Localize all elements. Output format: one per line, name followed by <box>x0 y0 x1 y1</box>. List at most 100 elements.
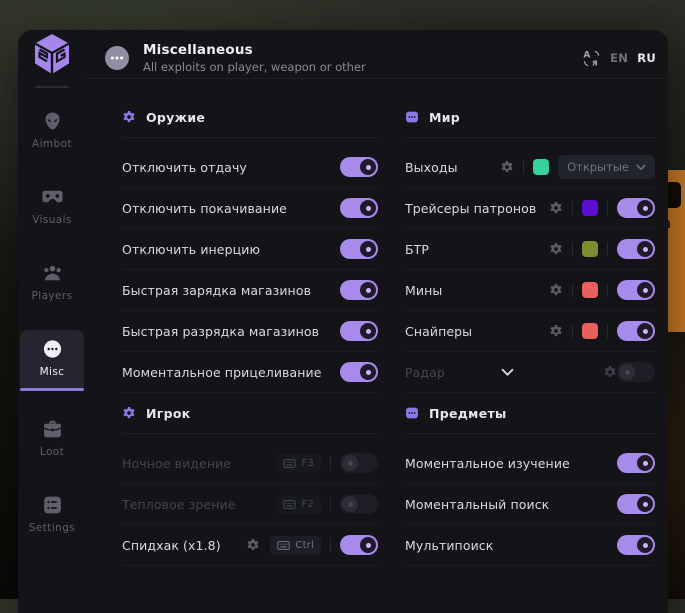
control-divider <box>607 201 608 215</box>
toggle-switch[interactable] <box>340 321 378 341</box>
feature-row: Быстрая разрядка магазинов <box>122 310 378 351</box>
sidebar-item-misc[interactable]: Misc <box>20 330 84 388</box>
toggle-knob <box>360 282 376 298</box>
feature-row: Отключить отдачу <box>122 147 378 187</box>
toggle-switch[interactable] <box>617 494 655 514</box>
section-title: Предметы <box>429 406 507 421</box>
toggle-switch[interactable] <box>340 535 378 555</box>
toggle-switch[interactable] <box>340 198 378 218</box>
feature-label: Отключить инерцию <box>122 242 260 257</box>
toggle-knob-dot <box>366 165 371 170</box>
toggle-switch[interactable] <box>617 453 655 473</box>
section-title: Игрок <box>146 406 191 421</box>
control-divider <box>572 324 573 338</box>
toggle-knob-dot <box>643 288 648 293</box>
toggle-knob-dot <box>643 543 648 548</box>
vr-goggles-icon <box>42 187 63 207</box>
toggle-knob-dot <box>643 247 648 252</box>
toggle-knob-dot <box>643 329 648 334</box>
sidebar-item-label: Players <box>32 290 73 302</box>
color-swatch[interactable] <box>533 159 549 175</box>
toggle-switch[interactable] <box>340 239 378 259</box>
feature-label: Мультипоиск <box>405 538 493 553</box>
toggle-knob <box>637 537 653 553</box>
content-area: Оружие Отключить отдачуОтключить покачив… <box>86 79 668 613</box>
gear-icon[interactable] <box>549 242 563 256</box>
color-swatch[interactable] <box>582 200 598 216</box>
toggle-switch[interactable] <box>340 453 378 473</box>
sidebar-item-settings[interactable]: Settings <box>20 486 84 544</box>
language-switcher: Aя EN RU <box>582 49 656 68</box>
toggle-knob-dot <box>625 370 630 375</box>
sidebar-item-label: Visuals <box>32 214 72 226</box>
section-player: Игрок Ночное видениеF3Тепловое зрениеF2С… <box>122 405 378 566</box>
sidebar-item-players[interactable]: Players <box>20 254 84 312</box>
color-swatch[interactable] <box>582 323 598 339</box>
hotkey-badge[interactable]: F3 <box>276 454 321 473</box>
toggle-switch[interactable] <box>340 157 378 177</box>
gear-icon[interactable] <box>246 538 260 552</box>
sidebar-item-aimbot[interactable]: Aimbot <box>20 102 84 160</box>
page-header: Miscellaneous All exploits on player, we… <box>86 30 668 79</box>
toggle-switch[interactable] <box>617 362 655 382</box>
toggle-switch[interactable] <box>617 535 655 555</box>
toggle-knob <box>342 455 358 471</box>
toggle-switch[interactable] <box>617 239 655 259</box>
chevron-down-icon[interactable] <box>501 368 514 377</box>
toggle-switch[interactable] <box>340 494 378 514</box>
gear-icon[interactable] <box>549 283 563 297</box>
feature-row: Моментальный поиск <box>405 483 655 524</box>
gear-icon[interactable] <box>603 365 617 379</box>
gear-icon[interactable] <box>500 160 514 174</box>
dropdown-select[interactable]: Открытые <box>558 155 655 179</box>
feature-label: Отключить покачивание <box>122 201 287 216</box>
translate-icon[interactable]: Aя <box>582 49 601 68</box>
sidebar: Aimbot Visuals Players Misc Loot Settings <box>18 30 86 613</box>
feature-row: Ночное видениеF3 <box>122 443 378 483</box>
control-divider <box>572 242 573 256</box>
feature-row: Моментальное изучение <box>405 443 655 483</box>
feature-label: Моментальное изучение <box>405 456 570 471</box>
toggle-switch[interactable] <box>617 321 655 341</box>
feature-label: Быстрая зарядка магазинов <box>122 283 311 298</box>
hotkey-label: Ctrl <box>295 540 314 551</box>
feature-label: Тепловое зрение <box>122 497 236 512</box>
toggle-knob <box>360 159 376 175</box>
section-items: Предметы Моментальное изучение Моментальн… <box>405 405 655 566</box>
chevron-down-icon <box>636 164 646 171</box>
gear-icon[interactable] <box>549 201 563 215</box>
feature-row: Отключить инерцию <box>122 228 378 269</box>
players-icon <box>42 263 63 283</box>
control-divider <box>607 283 608 297</box>
feature-row: Тепловое зрение F2 <box>122 483 378 524</box>
toggle-knob-dot <box>366 543 371 548</box>
feature-row: Быстрая зарядка магазинов <box>122 269 378 310</box>
feature-label: Радар <box>405 365 445 380</box>
lang-en-button[interactable]: EN <box>610 51 628 65</box>
toggle-knob <box>619 364 635 380</box>
toggle-switch[interactable] <box>617 198 655 218</box>
toggle-switch[interactable] <box>617 280 655 300</box>
feature-label: Мины <box>405 283 442 298</box>
page-title: Miscellaneous <box>143 42 366 58</box>
toggle-switch[interactable] <box>340 362 378 382</box>
cheat-menu-panel: Aimbot Visuals Players Misc Loot Settings Mis… <box>18 30 668 613</box>
hotkey-badge[interactable]: Ctrl <box>270 536 321 555</box>
feature-label: Моментальный поиск <box>405 497 549 512</box>
sidebar-item-visuals[interactable]: Visuals <box>20 178 84 236</box>
feature-row: Моментальное прицеливание <box>122 351 378 392</box>
sidebar-item-loot[interactable]: Loot <box>20 410 84 468</box>
dots-square-icon <box>405 406 419 420</box>
toggle-knob-dot <box>348 502 353 507</box>
color-swatch[interactable] <box>582 241 598 257</box>
gear-icon <box>122 110 136 124</box>
color-swatch[interactable] <box>582 282 598 298</box>
dropdown-value: Открытые <box>567 160 629 174</box>
sidebar-divider <box>35 86 69 88</box>
toggle-switch[interactable] <box>340 280 378 300</box>
toggle-knob-dot <box>366 206 371 211</box>
hotkey-badge[interactable]: F2 <box>276 495 321 514</box>
lang-ru-button[interactable]: RU <box>637 51 656 65</box>
toggle-knob <box>360 323 376 339</box>
gear-icon[interactable] <box>549 324 563 338</box>
